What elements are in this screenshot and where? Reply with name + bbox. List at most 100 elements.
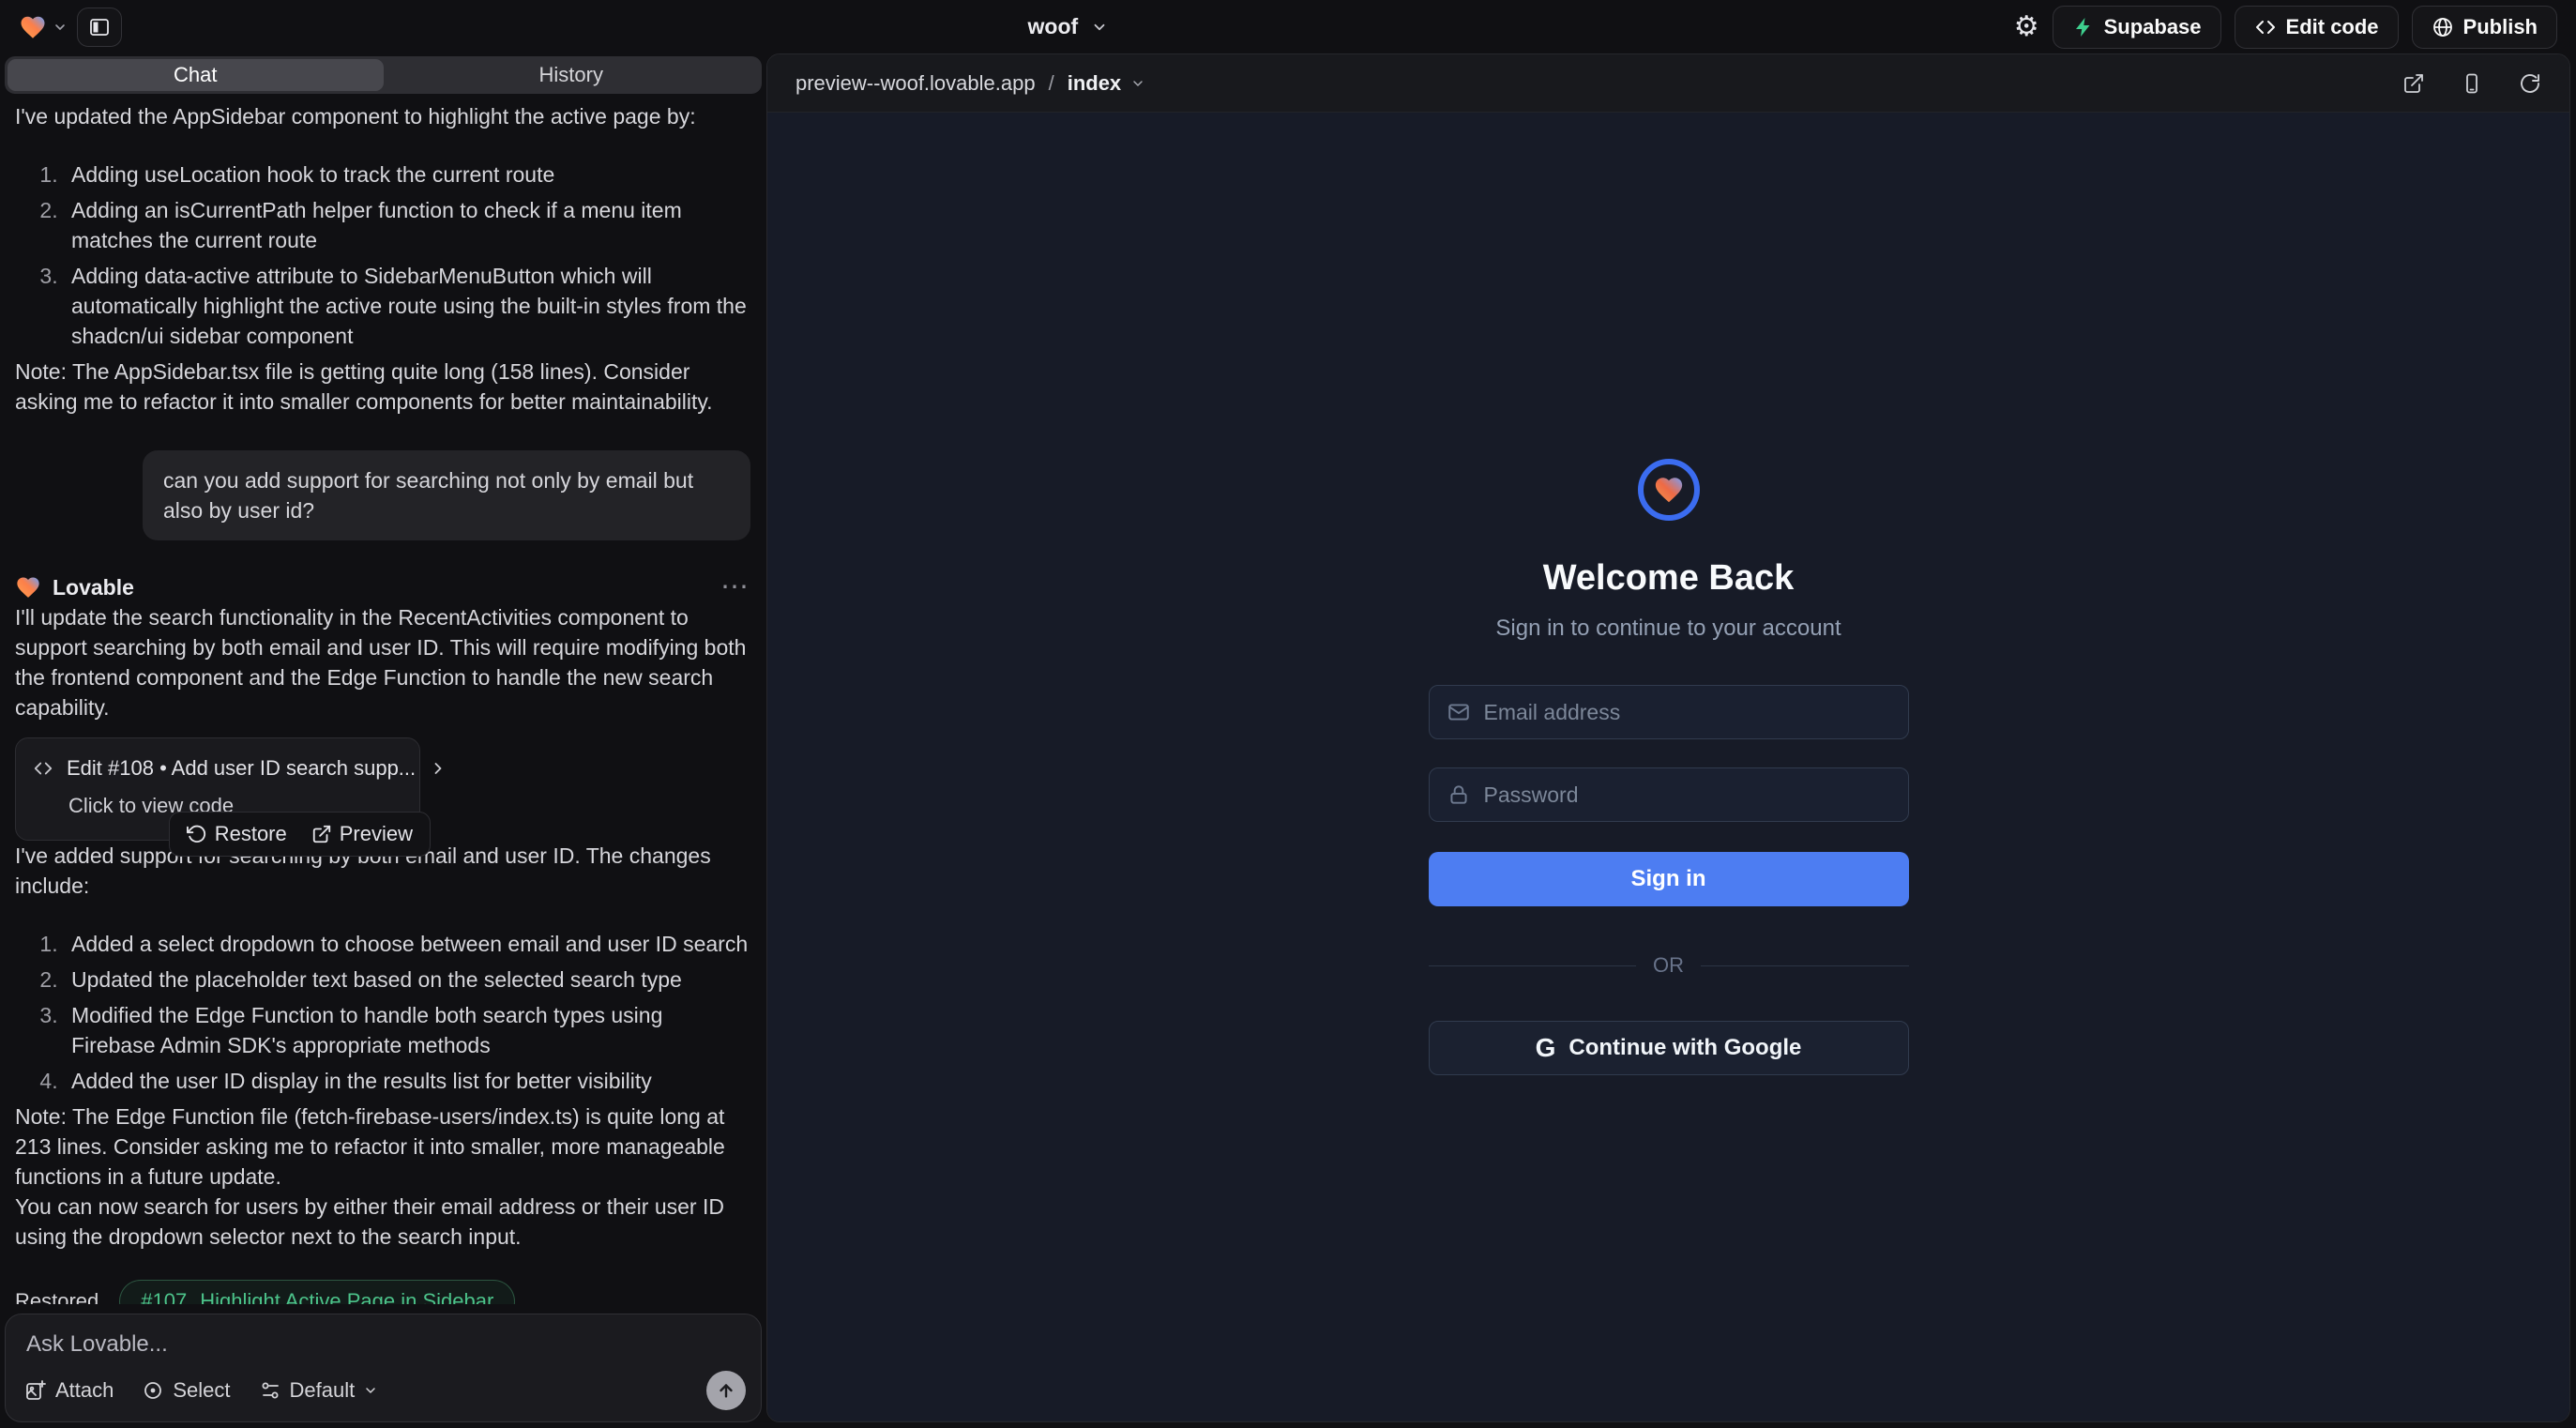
assistant-message-text: You can now search for users by either t… bbox=[15, 1192, 750, 1252]
lock-icon bbox=[1447, 782, 1471, 807]
list-item: Added the user ID display in the results… bbox=[64, 1066, 750, 1096]
edit-code-button[interactable]: Edit code bbox=[2235, 6, 2399, 49]
refresh-button[interactable] bbox=[2519, 72, 2541, 95]
edit-card-title: Edit #108 • Add user ID search supp... bbox=[67, 753, 416, 783]
preview-route: index bbox=[1068, 71, 1121, 96]
chevron-down-icon bbox=[1130, 76, 1145, 91]
preview-host: preview--woof.lovable.app bbox=[796, 71, 1036, 96]
list-item: Added a select dropdown to choose betwee… bbox=[64, 929, 750, 959]
preview-url-bar: preview--woof.lovable.app / index bbox=[767, 54, 2569, 113]
supabase-button[interactable]: Supabase bbox=[2053, 6, 2221, 49]
restored-label: Restored bbox=[15, 1286, 98, 1304]
attach-button[interactable]: Attach bbox=[24, 1378, 114, 1403]
assistant-note: Note: The Edge Function file (fetch-fire… bbox=[15, 1101, 750, 1192]
supabase-bolt-icon bbox=[2072, 16, 2095, 38]
assistant-list: Added a select dropdown to choose betwee… bbox=[15, 929, 750, 1096]
tab-chat[interactable]: Chat bbox=[8, 59, 384, 91]
select-label: Select bbox=[173, 1378, 230, 1403]
list-item: Adding an isCurrentPath helper function … bbox=[64, 195, 750, 255]
mode-selector[interactable]: Default bbox=[259, 1378, 379, 1403]
url-separator: / bbox=[1049, 71, 1054, 96]
preview-panel: preview--woof.lovable.app / index bbox=[766, 53, 2570, 1422]
lovable-heart-icon bbox=[15, 574, 41, 600]
select-button[interactable]: Select bbox=[142, 1378, 230, 1403]
chevron-down-icon bbox=[53, 20, 68, 35]
version-actions: Restore Preview bbox=[169, 812, 431, 857]
list-item: Modified the Edge Function to handle bot… bbox=[64, 1000, 750, 1060]
preview-viewport: Welcome Back Sign in to continue to your… bbox=[767, 113, 2569, 1421]
lovable-logo-menu[interactable] bbox=[19, 13, 68, 41]
preview-button[interactable]: Preview bbox=[311, 822, 413, 846]
list-item: Adding data-active attribute to SidebarM… bbox=[64, 261, 750, 351]
chat-message-list[interactable]: I've updated the AppSidebar component to… bbox=[0, 94, 765, 1304]
tab-history[interactable]: History bbox=[384, 59, 760, 91]
refresh-icon bbox=[2519, 72, 2541, 95]
restored-version-badge[interactable]: #107 Highlight Active Page in Sidebar bbox=[119, 1280, 515, 1304]
open-in-new-tab-button[interactable] bbox=[2402, 72, 2425, 95]
preview-label: Preview bbox=[340, 822, 413, 846]
user-message-bubble: can you add support for searching not on… bbox=[143, 450, 750, 540]
or-label: OR bbox=[1653, 953, 1684, 978]
restore-icon bbox=[187, 824, 207, 844]
lovable-heart-icon bbox=[19, 13, 47, 41]
code-icon bbox=[2254, 16, 2277, 38]
mail-icon bbox=[1447, 700, 1471, 724]
mode-label: Default bbox=[290, 1378, 356, 1403]
edit-code-label: Edit code bbox=[2286, 15, 2379, 39]
email-field[interactable] bbox=[1484, 700, 1891, 725]
password-field[interactable] bbox=[1484, 782, 1891, 808]
chat-composer: Attach Select Default bbox=[5, 1314, 762, 1422]
email-field-wrapper bbox=[1429, 685, 1909, 739]
publish-button[interactable]: Publish bbox=[2412, 6, 2557, 49]
or-divider: OR bbox=[1429, 953, 1909, 978]
list-item: Updated the placeholder text based on th… bbox=[64, 965, 750, 995]
restored-version-id: #107 bbox=[141, 1289, 187, 1304]
attach-image-icon bbox=[24, 1379, 47, 1402]
supabase-label: Supabase bbox=[2104, 15, 2202, 39]
toggle-sidebar-button[interactable] bbox=[77, 8, 122, 47]
assistant-sender-name: Lovable bbox=[53, 572, 134, 602]
chat-input[interactable] bbox=[26, 1331, 740, 1358]
password-field-wrapper bbox=[1429, 767, 1909, 822]
signin-card: Welcome Back Sign in to continue to your… bbox=[1429, 459, 1909, 1075]
preview-url[interactable]: preview--woof.lovable.app / index bbox=[796, 71, 1145, 96]
lovable-app-window: woof ⚙ Supabase Edit code bbox=[0, 0, 2576, 1428]
restored-row: Restored #107 Highlight Active Page in S… bbox=[15, 1280, 750, 1304]
external-link-icon bbox=[2402, 72, 2425, 95]
gear-icon: ⚙ bbox=[2014, 13, 2039, 41]
project-chevron-icon[interactable] bbox=[1091, 19, 1108, 36]
project-name[interactable]: woof bbox=[1028, 14, 1079, 39]
assistant-message-text: I'll update the search functionality in … bbox=[15, 602, 750, 722]
google-signin-label: Continue with Google bbox=[1568, 1035, 1801, 1061]
assistant-list: Adding useLocation hook to track the cur… bbox=[15, 160, 750, 351]
assistant-message-text: I've updated the AppSidebar component to… bbox=[15, 101, 750, 131]
app-logo bbox=[1638, 459, 1700, 521]
globe-icon bbox=[2432, 16, 2454, 38]
smartphone-icon bbox=[2461, 72, 2483, 95]
chevron-right-icon bbox=[429, 759, 447, 778]
list-item: Adding useLocation hook to track the cur… bbox=[64, 160, 750, 190]
mobile-view-button[interactable] bbox=[2461, 72, 2483, 95]
google-signin-button[interactable]: G Continue with Google bbox=[1429, 1021, 1909, 1075]
sliders-icon bbox=[259, 1379, 281, 1402]
assistant-header: Lovable ⋯ bbox=[15, 572, 750, 602]
google-g-icon: G bbox=[1536, 1033, 1556, 1063]
code-icon bbox=[33, 758, 53, 779]
assistant-note: Note: The AppSidebar.tsx file is getting… bbox=[15, 357, 750, 417]
restore-button[interactable]: Restore bbox=[187, 822, 287, 846]
sign-in-button[interactable]: Sign in bbox=[1429, 852, 1909, 906]
topbar: woof ⚙ Supabase Edit code bbox=[0, 0, 2576, 53]
chevron-down-icon bbox=[363, 1383, 378, 1398]
settings-button[interactable]: ⚙ bbox=[2014, 13, 2039, 41]
external-link-icon bbox=[311, 824, 332, 844]
page-title: Welcome Back bbox=[1543, 558, 1795, 599]
restored-version-title: Highlight Active Page in Sidebar bbox=[200, 1289, 493, 1304]
page-subtitle: Sign in to continue to your account bbox=[1495, 615, 1841, 642]
edit-version-card[interactable]: Edit #108 • Add user ID search supp... C… bbox=[15, 737, 420, 841]
chat-panel: Chat History I've updated the AppSidebar… bbox=[0, 53, 765, 1428]
send-button[interactable] bbox=[706, 1371, 746, 1410]
restore-label: Restore bbox=[215, 822, 287, 846]
panel-left-icon bbox=[88, 16, 111, 38]
message-menu-button[interactable]: ⋯ bbox=[720, 573, 750, 601]
chat-history-tabs: Chat History bbox=[5, 56, 762, 94]
